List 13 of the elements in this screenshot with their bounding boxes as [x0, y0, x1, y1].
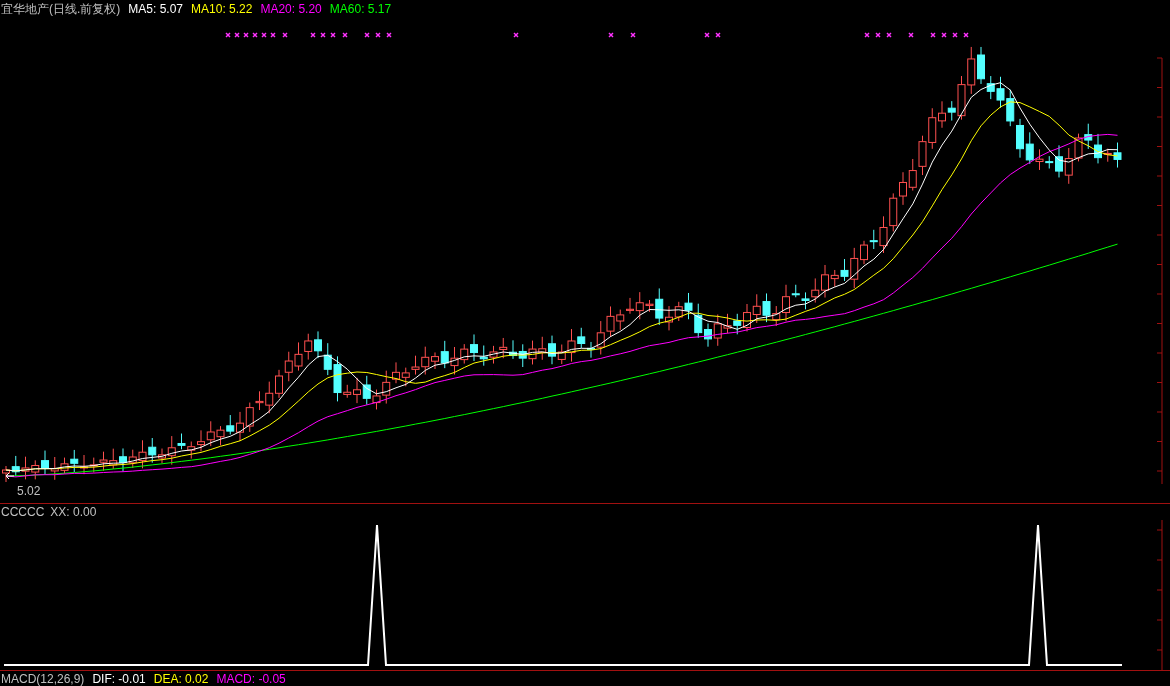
macd-value: DIF: -0.01 [92, 671, 146, 686]
indicator-name: CCCCC [1, 505, 45, 519]
moving-average-value: MA60: 5.17 [329, 2, 392, 16]
macd-value: DEA: 0.02 [153, 671, 209, 686]
macd-value: MACD(12,26,9) [1, 671, 85, 686]
low-price-label: 5.02 [17, 484, 41, 498]
moving-average-value: MA10: 5.22 [191, 2, 253, 16]
macd-value: MACD: -0.05 [216, 671, 286, 686]
moving-average-value: MA20: 5.20 [260, 2, 322, 16]
arrow-icon [5, 472, 15, 480]
moving-average-value: MA5: 5.07 [128, 2, 184, 16]
indicator-reading: XX: 0.00 [50, 505, 97, 519]
stock-title: 宜华地产(日线.前复权) [1, 0, 121, 18]
